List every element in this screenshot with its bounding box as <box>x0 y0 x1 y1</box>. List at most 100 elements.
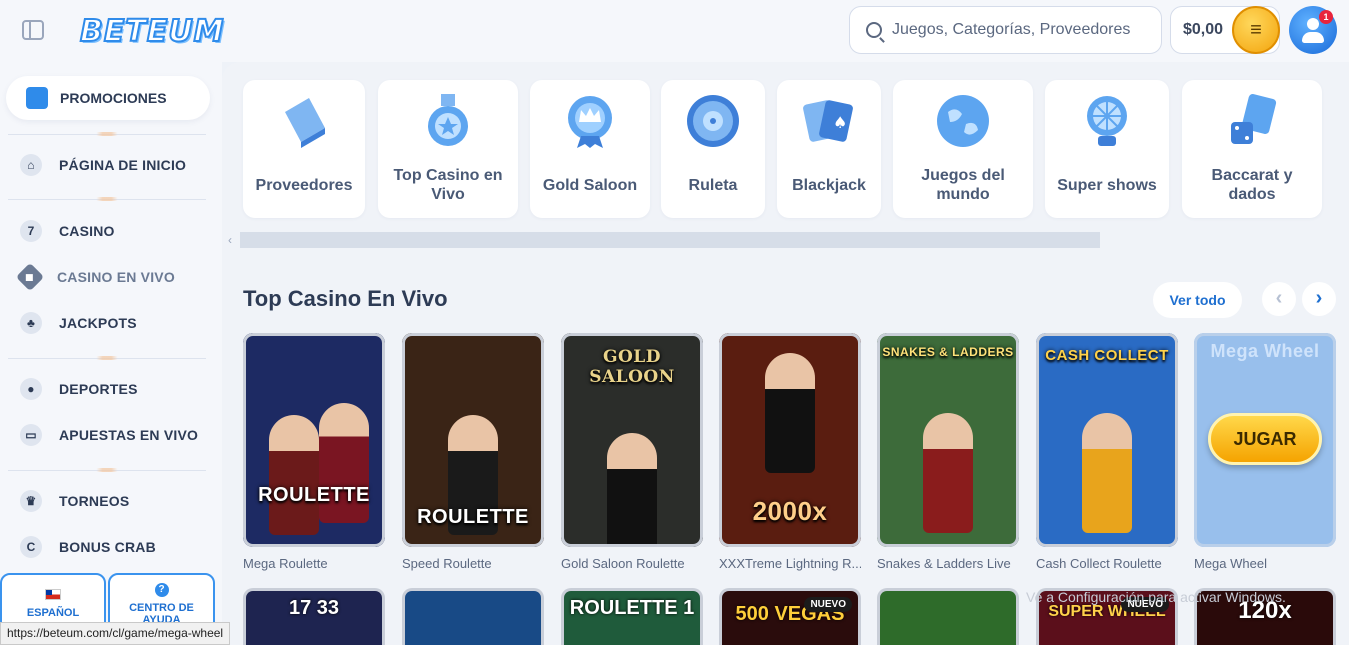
category-label: Ruleta <box>688 177 738 194</box>
game-tile-mega-wheel[interactable]: Mega Wheel JUGAR <box>1194 333 1336 547</box>
seven-icon: 7 <box>20 220 42 242</box>
user-icon <box>1307 18 1319 30</box>
game-name[interactable]: Speed Roulette <box>402 556 544 571</box>
divider <box>8 132 206 136</box>
category-label: Baccarat y dados <box>1211 167 1293 203</box>
divider <box>8 356 206 360</box>
top-bar: BETEUM $0,00 ≡ 1 <box>0 0 1349 62</box>
trophy-icon: ♛ <box>20 490 42 512</box>
sidebar: PROMOCIONES ⌂ PÁGINA DE INICIO 7 CASINO … <box>0 62 222 645</box>
game-tile-gold-saloon-roulette[interactable]: GOLD SALOON <box>561 333 703 547</box>
game-tile[interactable] <box>402 588 544 645</box>
new-badge: NUEVO <box>804 597 852 612</box>
game-name[interactable]: Snakes & Ladders Live <box>877 556 1019 571</box>
divider <box>8 468 206 472</box>
scroll-left-arrow-icon[interactable]: ‹ <box>228 233 232 247</box>
globe-icon <box>937 95 989 147</box>
crown-badge-icon <box>568 96 612 148</box>
sidebar-item-label: PÁGINA DE INICIO <box>59 157 187 173</box>
section-title: Top Casino En Vivo <box>243 286 448 311</box>
game-name[interactable]: Mega Roulette <box>243 556 385 571</box>
category-label: Gold Saloon <box>542 177 638 194</box>
clover-icon: ♣ <box>20 312 42 334</box>
category-roulette[interactable]: Ruleta <box>661 80 765 218</box>
game-tile[interactable] <box>877 588 1019 645</box>
category-super-shows[interactable]: Super shows <box>1045 80 1169 218</box>
logo[interactable]: BETEUM <box>79 13 225 50</box>
category-baccarat-dice[interactable]: Baccarat y dados <box>1182 80 1322 218</box>
chip-icon: ◆ <box>15 262 45 292</box>
view-all-button[interactable]: Ver todo <box>1153 282 1242 318</box>
search-icon <box>866 22 882 38</box>
category-scrollbar[interactable] <box>240 232 1100 248</box>
promotions-button[interactable]: PROMOCIONES <box>6 76 210 120</box>
divider <box>8 197 206 201</box>
chile-flag-icon <box>45 589 61 600</box>
category-label: Juegos del mundo <box>921 167 1005 203</box>
main-content: Proveedores Top Casino en Vivo Gold Salo… <box>222 62 1349 645</box>
promotions-label: PROMOCIONES <box>60 90 167 106</box>
category-label: Super shows <box>1057 177 1157 194</box>
search-input[interactable] <box>892 21 1152 39</box>
book-icon <box>285 98 325 148</box>
game-name[interactable]: Cash Collect Roulette <box>1036 556 1178 571</box>
sidebar-item-label: CASINO EN VIVO <box>57 269 175 285</box>
search-box[interactable] <box>849 6 1162 54</box>
notification-badge: 1 <box>1319 10 1333 24</box>
status-bar-url: https://beteum.com/cl/game/mega-wheel <box>0 622 231 645</box>
sidebar-item-label: JACKPOTS <box>59 315 137 331</box>
sidebar-item-home[interactable]: ⌂ PÁGINA DE INICIO <box>20 153 186 177</box>
sidebar-item-jackpots[interactable]: ♣ JACKPOTS <box>20 311 137 335</box>
game-name[interactable]: Mega Wheel <box>1194 556 1336 571</box>
category-gold-saloon[interactable]: Gold Saloon <box>530 80 650 218</box>
game-tile[interactable]: ROULETTE 1 <box>561 588 703 645</box>
game-tile-xxxtreme-lightning-roulette[interactable]: 2000x <box>719 333 861 547</box>
chevron-right-icon[interactable]: › <box>1302 282 1336 316</box>
sidebar-item-bonus-crab[interactable]: C BONUS CRAB <box>20 535 156 559</box>
category-providers[interactable]: Proveedores <box>243 80 365 218</box>
sidebar-item-label: APUESTAS EN VIVO <box>59 427 199 443</box>
category-label: Top Casino en Vivo <box>393 167 503 203</box>
sidebar-item-tournaments[interactable]: ♛ TORNEOS <box>20 489 129 513</box>
medal-icon <box>428 94 468 146</box>
game-tile-snakes-ladders[interactable]: SNAKES & LADDERS <box>877 333 1019 547</box>
roulette-icon <box>687 95 739 147</box>
category-top-live-casino[interactable]: Top Casino en Vivo <box>378 80 518 218</box>
sidebar-item-sports[interactable]: ● DEPORTES <box>20 377 138 401</box>
dice-icon <box>1231 93 1277 144</box>
category-label: Proveedores <box>255 177 353 194</box>
cards-icon: ♠ <box>803 100 853 142</box>
category-label: Blackjack <box>792 177 866 194</box>
windows-activation-watermark: Ve a Configuración para activar Windows. <box>1026 589 1286 605</box>
game-thumbnail-title: ROULETTE 1 <box>569 597 695 619</box>
sidebar-toggle-icon[interactable] <box>22 20 44 40</box>
help-icon: ? <box>154 583 169 597</box>
game-tile[interactable]: 17 33 <box>243 588 385 645</box>
wheel-icon <box>1087 96 1127 146</box>
game-tile[interactable]: 500 VEGAS NUEVO <box>719 588 861 645</box>
live-tv-icon: ▭ <box>20 424 42 446</box>
game-tile-mega-roulette[interactable]: ROULETTE <box>243 333 385 547</box>
category-world-games[interactable]: Juegos del mundo <box>893 80 1033 218</box>
sidebar-item-live-casino[interactable]: ◆ CASINO EN VIVO <box>15 262 175 292</box>
game-name[interactable]: XXXTreme Lightning R... <box>719 556 861 571</box>
sidebar-item-label: BONUS CRAB <box>59 539 156 555</box>
sidebar-item-live-betting[interactable]: ▭ APUESTAS EN VIVO <box>20 423 198 447</box>
chevron-left-icon[interactable]: ‹ <box>1262 282 1296 316</box>
game-thumbnail-title: 17 33 <box>288 597 340 619</box>
sidebar-item-label: DEPORTES <box>59 381 138 397</box>
game-tile-cash-collect-roulette[interactable]: CASH COLLECT <box>1036 333 1178 547</box>
gift-icon <box>26 87 48 109</box>
sidebar-item-label: CASINO <box>59 223 115 239</box>
language-label: ESPAÑOL <box>26 607 80 619</box>
category-blackjack[interactable]: ♠ Blackjack <box>777 80 881 218</box>
coins-icon[interactable]: ≡ <box>1232 6 1280 54</box>
soccer-ball-icon: ● <box>20 378 42 400</box>
sidebar-item-label: TORNEOS <box>59 493 130 509</box>
svg-text:♠: ♠ <box>833 113 847 132</box>
game-name[interactable]: Gold Saloon Roulette <box>561 556 703 571</box>
home-icon: ⌂ <box>20 154 42 176</box>
user-avatar-button[interactable]: 1 <box>1289 6 1337 54</box>
game-tile-speed-roulette[interactable]: ROULETTE <box>402 333 544 547</box>
sidebar-item-casino[interactable]: 7 CASINO <box>20 219 115 243</box>
